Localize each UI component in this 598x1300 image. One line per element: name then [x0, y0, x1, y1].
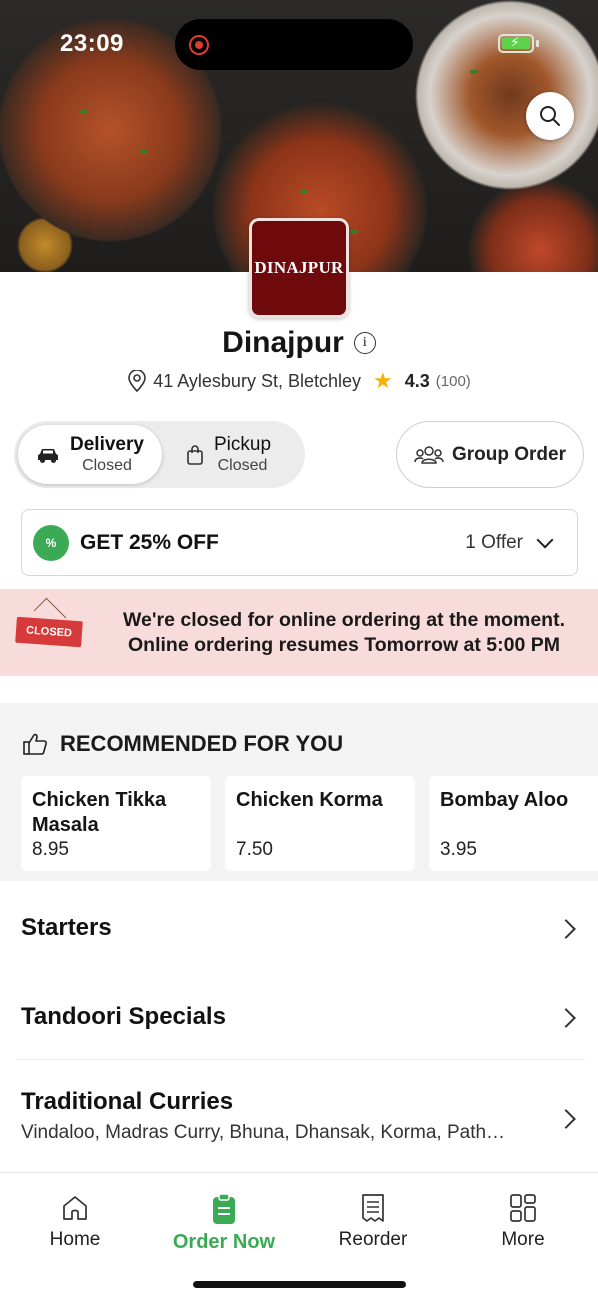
search-button[interactable]: [526, 92, 574, 140]
recommended-item-price: 3.95: [440, 839, 477, 860]
location-pin-icon: [128, 370, 147, 392]
garnish: [470, 70, 478, 74]
nav-label: Order Now: [172, 1231, 276, 1253]
recommended-list: Chicken Tikka Masala 8.95 Chicken Korma …: [21, 776, 598, 871]
pickup-status: Closed: [217, 457, 268, 475]
delivery-option[interactable]: Delivery Closed: [18, 425, 162, 484]
receipt-icon: [362, 1194, 384, 1222]
category-row-tandoori-specials[interactable]: Tandoori Specials: [21, 1003, 585, 1043]
info-icon[interactable]: i: [353, 332, 376, 354]
nav-order-now[interactable]: Order Now: [169, 1193, 279, 1254]
recommended-header: RECOMMENDED FOR YOU: [22, 731, 343, 757]
offer-title: GET 25% OFF: [80, 530, 219, 554]
thumbs-up-icon: [23, 733, 47, 755]
address-row: 41 Aylesbury St, Bletchley ★ 4.3 (100): [0, 368, 598, 394]
restaurant-address[interactable]: 41 Aylesbury St, Bletchley: [153, 371, 361, 392]
discount-badge-icon: %: [36, 527, 66, 558]
chevron-down-icon: [536, 531, 554, 548]
category-title: Tandoori Specials: [21, 1003, 226, 1030]
nav-label: Home: [49, 1229, 101, 1250]
pickup-option[interactable]: Pickup Closed: [168, 425, 312, 484]
garnish: [300, 190, 308, 194]
delivery-status: Closed: [82, 457, 132, 475]
home-indicator: [193, 1281, 406, 1288]
order-now-icon: [213, 1193, 235, 1224]
recommended-section: RECOMMENDED FOR YOU Chicken Tikka Masala…: [0, 703, 598, 881]
restaurant-logo: DINAJPUR: [249, 218, 349, 318]
recommended-card[interactable]: Bombay Aloo 3.95: [429, 776, 598, 871]
closed-notice-line1: We're closed for online ordering at the …: [122, 609, 565, 631]
battery-icon: [498, 34, 534, 53]
recommended-heading: RECOMMENDED FOR YOU: [60, 731, 344, 756]
recommended-card[interactable]: Chicken Tikka Masala 8.95: [21, 776, 211, 871]
offer-count: 1 Offer: [465, 531, 523, 553]
shopping-bag-icon: [187, 444, 203, 465]
garnish: [140, 150, 148, 154]
recommended-item-name: Bombay Aloo: [440, 789, 569, 811]
car-icon: [38, 448, 58, 463]
nav-reorder[interactable]: Reorder: [318, 1193, 428, 1251]
divider: [17, 1059, 585, 1060]
nav-home[interactable]: Home: [20, 1193, 130, 1251]
closed-notice-text: We're closed for online ordering at the …: [100, 608, 588, 659]
nav-label: More: [501, 1229, 545, 1250]
recommended-card[interactable]: Chicken Korma 7.50: [225, 776, 415, 871]
status-time: 23:09: [60, 30, 124, 57]
recommended-item-name: Chicken Tikka Masala: [32, 789, 167, 836]
offer-dropdown[interactable]: % GET 25% OFF 1 Offer: [21, 509, 578, 576]
nav-more[interactable]: More: [468, 1193, 578, 1251]
dynamic-island: [175, 19, 413, 70]
rating-count: (100): [435, 372, 471, 390]
category-row-starters[interactable]: Starters: [21, 914, 585, 954]
restaurant-name: Dinajpur: [222, 326, 344, 359]
pickup-title: Pickup: [214, 433, 272, 455]
battery-cap: [536, 40, 539, 47]
star-icon: ★: [373, 368, 393, 393]
garnish: [350, 230, 358, 234]
garnish: [80, 110, 88, 114]
group-order-label: Group Order: [451, 443, 566, 465]
category-title: Traditional Curries: [21, 1088, 234, 1115]
search-icon: [540, 106, 560, 126]
delivery-title: Delivery: [70, 433, 144, 455]
category-subtitle: Vindaloo, Madras Curry, Bhuna, Dhansak, …: [21, 1122, 506, 1143]
recommended-item-price: 7.50: [236, 839, 273, 860]
closed-sign-icon: CLOSED: [15, 616, 83, 648]
rating-value: 4.3: [404, 370, 430, 391]
grid-icon: [510, 1194, 536, 1222]
recommended-item-price: 8.95: [32, 839, 69, 860]
screen-record-icon: [189, 35, 209, 55]
group-people-icon: [414, 445, 444, 464]
home-icon: [63, 1196, 87, 1220]
order-mode-toggle: Delivery Closed Pickup Closed: [14, 421, 305, 488]
logo-text: DINAJPUR: [254, 258, 344, 277]
recommended-item-name: Chicken Korma: [236, 789, 383, 811]
closed-notice-banner: CLOSED We're closed for online ordering …: [0, 589, 598, 676]
restaurant-header: Dinajpur i: [0, 326, 598, 360]
group-order-button[interactable]: Group Order: [396, 421, 584, 488]
category-title: Starters: [21, 914, 112, 941]
category-row-traditional-curries[interactable]: Traditional Curries Vindaloo, Madras Cur…: [21, 1088, 585, 1158]
closed-notice-line2: Online ordering resumes Tomorrow at 5:00…: [128, 634, 560, 657]
nav-label: Reorder: [338, 1229, 408, 1250]
